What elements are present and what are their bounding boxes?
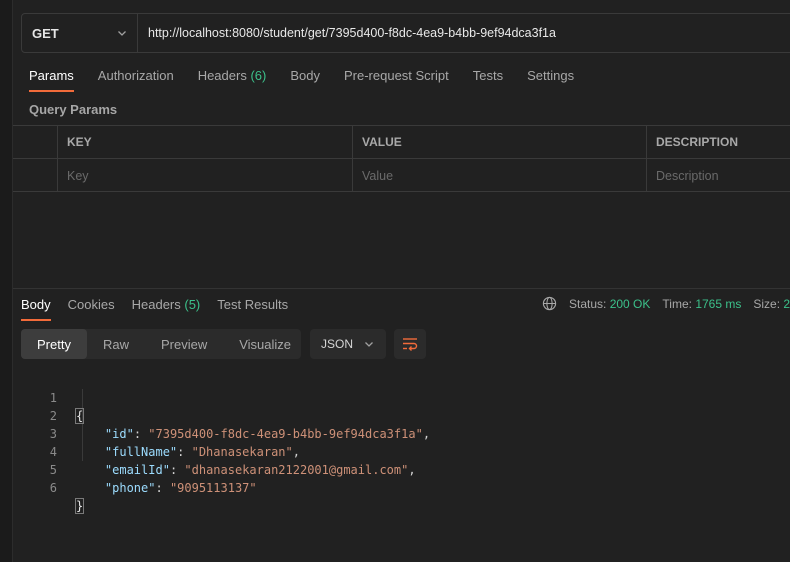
time-info: Time: 1765 ms bbox=[662, 297, 741, 311]
preview-button[interactable]: Preview bbox=[145, 329, 223, 359]
description-column-header: DESCRIPTION bbox=[646, 126, 790, 158]
size-value[interactable]: 29 bbox=[783, 297, 790, 311]
size-label: Size: bbox=[753, 296, 781, 311]
url-text: http://localhost:8080/student/get/7395d4… bbox=[148, 26, 556, 40]
code-line: 3 "fullName": "Dhanasekaran", bbox=[21, 407, 781, 459]
tab-tests[interactable]: Tests bbox=[473, 66, 503, 92]
checkbox-column-header bbox=[13, 126, 57, 158]
tab-response-headers-label: Headers bbox=[131, 297, 181, 312]
tab-cookies[interactable]: Cookies bbox=[68, 294, 115, 321]
json-value: "9095113137" bbox=[169, 481, 257, 495]
method-select[interactable]: GET bbox=[22, 14, 138, 52]
code-line: 4 "emailId": "dhanasekaran2122001@gmail.… bbox=[21, 425, 781, 477]
value-column-header: VALUE bbox=[352, 126, 646, 158]
description-input[interactable]: Description bbox=[646, 159, 790, 192]
view-mode-group: Pretty Raw Preview Visualize bbox=[21, 329, 301, 359]
chevron-down-icon bbox=[118, 31, 126, 36]
status-info: Status: 200 OK bbox=[569, 297, 650, 311]
request-bar: GET http://localhost:8080/student/get/73… bbox=[21, 13, 790, 53]
tab-response-headers[interactable]: Headers (5) bbox=[132, 294, 201, 321]
raw-button[interactable]: Raw bbox=[87, 329, 145, 359]
query-params-title: Query Params bbox=[29, 102, 118, 117]
tab-params[interactable]: Params bbox=[29, 66, 74, 92]
headers-count: (6) bbox=[250, 68, 267, 83]
code-line: 6 } bbox=[21, 461, 781, 514]
line-number: 6 bbox=[49, 481, 57, 495]
tab-authorization[interactable]: Authorization bbox=[98, 66, 174, 92]
tab-pre-request-script[interactable]: Pre-request Script bbox=[344, 66, 449, 92]
wrap-lines-icon bbox=[403, 338, 418, 351]
row-checkbox-cell bbox=[13, 159, 57, 192]
wrap-lines-button[interactable] bbox=[394, 329, 426, 359]
close-brace: } bbox=[74, 498, 85, 514]
time-value[interactable]: 1765 ms bbox=[695, 297, 741, 311]
response-headers-count: (5) bbox=[184, 297, 201, 312]
tab-headers-label: Headers bbox=[197, 68, 247, 83]
response-tabs: Body Cookies Headers (5) Test Results bbox=[21, 294, 288, 322]
value-input[interactable]: Value bbox=[352, 159, 646, 192]
format-label: JSON bbox=[321, 337, 354, 351]
globe-icon[interactable] bbox=[542, 296, 557, 311]
json-key: "phone" bbox=[104, 481, 156, 495]
tab-body[interactable]: Body bbox=[290, 66, 320, 92]
tab-response-body[interactable]: Body bbox=[21, 294, 51, 321]
code-text: "phone": "9095113137" bbox=[104, 481, 257, 495]
code-line: 1 { bbox=[21, 371, 781, 424]
tab-headers[interactable]: Headers (6) bbox=[198, 66, 267, 92]
status-label: Status: bbox=[569, 296, 607, 311]
table-row: Key Value Description bbox=[13, 159, 790, 192]
tab-test-results[interactable]: Test Results bbox=[217, 294, 288, 321]
left-sidebar-strip bbox=[0, 0, 13, 562]
url-input[interactable]: http://localhost:8080/student/get/7395d4… bbox=[138, 14, 790, 52]
code-line: 2 "id": "7395d400-f8dc-4ea9-b4bb-9ef94dc… bbox=[21, 389, 781, 441]
tab-settings[interactable]: Settings bbox=[527, 66, 574, 92]
size-info: Size: 29 bbox=[753, 297, 790, 311]
response-status-bar: Status: 200 OK Time: 1765 ms Size: 29 bbox=[542, 296, 790, 311]
format-select[interactable]: JSON bbox=[310, 329, 386, 359]
table-header-row: KEY VALUE DESCRIPTION bbox=[13, 126, 790, 159]
status-value[interactable]: 200 OK bbox=[610, 297, 651, 311]
pretty-button[interactable]: Pretty bbox=[21, 329, 87, 359]
time-label: Time: bbox=[662, 296, 692, 311]
code-line: 5 "phone": "9095113137" bbox=[21, 443, 781, 495]
request-tabs: Params Authorization Headers (6) Body Pr… bbox=[29, 66, 574, 94]
chevron-down-icon bbox=[365, 342, 373, 347]
pane-divider[interactable] bbox=[13, 288, 790, 289]
query-params-table: KEY VALUE DESCRIPTION Key Value Descript… bbox=[13, 125, 790, 192]
response-body-editor[interactable]: 1 { 2 "id": "7395d400-f8dc-4ea9-b4bb-9ef… bbox=[21, 371, 781, 514]
visualize-button[interactable]: Visualize bbox=[223, 329, 307, 359]
key-column-header: KEY bbox=[57, 126, 352, 158]
code-text: } bbox=[74, 497, 85, 515]
method-label: GET bbox=[32, 25, 59, 41]
key-input[interactable]: Key bbox=[57, 159, 352, 192]
